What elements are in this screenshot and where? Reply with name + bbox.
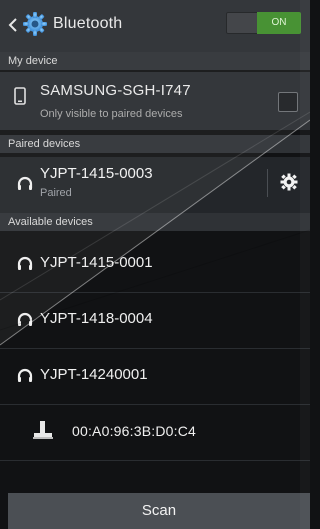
headphones-icon — [17, 256, 33, 270]
available-device-name: YJPT-1415-0001 — [40, 254, 153, 271]
settings-app-icon[interactable] — [22, 11, 48, 37]
available-device-row[interactable]: YJPT-1415-0001 — [0, 237, 310, 293]
my-device-row[interactable]: SAMSUNG-SGH-I747 Only visible to paired … — [0, 72, 310, 130]
phone-icon — [14, 87, 26, 105]
visibility-checkbox[interactable] — [278, 92, 298, 112]
gear-icon[interactable] — [280, 173, 298, 191]
bluetooth-screen: Bluetooth ON My device SAMSUNG-SGH-I747 … — [0, 0, 310, 529]
computer-icon — [33, 421, 53, 439]
scan-button[interactable]: Scan — [8, 493, 310, 529]
row-divider — [267, 169, 268, 197]
paired-device-name: YJPT-1415-0003 — [40, 165, 153, 182]
available-device-name: YJPT-14240001 — [40, 366, 148, 383]
available-device-row[interactable]: YJPT-14240001 — [0, 349, 310, 405]
section-header-available: Available devices — [0, 213, 310, 231]
my-device-visibility: Only visible to paired devices — [40, 108, 183, 120]
available-device-name: 00:A0:96:3B:D0:C4 — [72, 423, 197, 439]
section-header-paired: Paired devices — [0, 135, 310, 153]
my-device-name: SAMSUNG-SGH-I747 — [40, 82, 191, 99]
bluetooth-toggle[interactable]: ON — [226, 12, 301, 34]
back-chevron-icon[interactable] — [6, 17, 20, 33]
toggle-on-label: ON — [257, 12, 301, 34]
headphones-icon — [17, 368, 33, 382]
available-device-row[interactable]: YJPT-1418-0004 — [0, 293, 310, 349]
headphones-icon — [17, 312, 33, 326]
action-bar: Bluetooth ON — [0, 0, 310, 52]
available-device-row[interactable]: 00:A0:96:3B:D0:C4 — [0, 405, 310, 461]
available-device-name: YJPT-1418-0004 — [40, 310, 153, 327]
page-title: Bluetooth — [53, 15, 123, 32]
paired-device-row[interactable]: YJPT-1415-0003 Paired — [0, 157, 310, 213]
section-header-my-device: My device — [0, 52, 310, 70]
headphones-icon — [17, 176, 33, 190]
paired-device-status: Paired — [40, 187, 72, 199]
